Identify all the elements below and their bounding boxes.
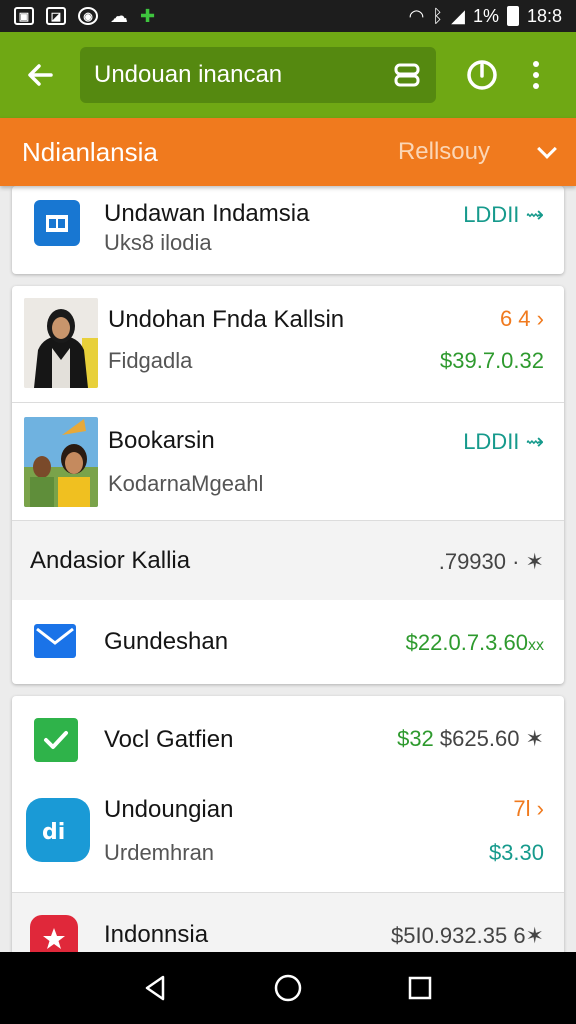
people-photo — [24, 417, 98, 507]
battery-percent: 1% — [472, 5, 499, 26]
status-bar: ▣ ◪ ◉ ☁ ✚ ◠ ᛒ ◢ 1% 18:8 — [0, 0, 576, 32]
item-title: Indonnsia — [104, 921, 209, 948]
region-title: Ndianlansia — [22, 136, 158, 167]
chevron-right-icon: › — [536, 796, 544, 821]
item-price: $39.7.0.32 — [440, 348, 544, 373]
item-status: LDDII ⇝ — [463, 429, 544, 454]
power-icon — [467, 60, 497, 90]
region-header[interactable]: Ndianlansia Rellsouy — [0, 118, 576, 186]
person-photo — [24, 298, 98, 388]
list-item[interactable]: Andasior Kallia .79930 · ✶ — [12, 520, 564, 600]
arrow-left-icon — [28, 64, 53, 86]
android-icon: ✚ — [140, 5, 156, 26]
item-title: Gundeshan — [104, 628, 229, 655]
item-title: Bookarsin — [108, 427, 215, 454]
search-field[interactable]: Undouan inancan — [80, 47, 436, 103]
clock: 18:8 — [526, 5, 562, 26]
list-item[interactable]: Indonnsia $5I0.932.35 6✶ — [12, 892, 564, 952]
nav-home-button[interactable] — [268, 968, 308, 1008]
item-subtitle: Fidgadla — [108, 348, 193, 373]
triangle-back-icon — [145, 975, 165, 1001]
item-subtitle: Uks8 ilodia — [104, 230, 212, 255]
item-subtitle: Urdemhran — [104, 840, 215, 865]
battery-icon — [506, 6, 519, 26]
trend-icon: ⇝ — [525, 429, 544, 454]
item-title: Undoungian — [104, 796, 234, 823]
app-icon-blue: di — [26, 798, 90, 862]
svg-text:di: di — [42, 820, 65, 845]
star-app-icon — [30, 915, 78, 952]
list-item[interactable]: di Undoungian Urdemhran 7l › $3.30 — [12, 782, 564, 892]
nav-recents-button[interactable] — [400, 968, 440, 1008]
app-toolbar: Undouan inancan — [0, 32, 576, 118]
item-rating: 7l › — [513, 796, 544, 821]
signal-icon: ◢ — [451, 5, 465, 26]
item-title: Andasior Kallia — [30, 547, 191, 574]
list-item[interactable]: Vocl Gatfien $32 $625.60 ✶ — [12, 696, 564, 782]
power-button[interactable] — [452, 45, 512, 105]
system-navigation-bar — [0, 952, 576, 1024]
region-selector[interactable]: Rellsouy — [398, 138, 490, 166]
wifi-icon: ◠ — [408, 5, 425, 26]
more-vert-icon — [533, 61, 539, 67]
square-recents-icon — [408, 976, 432, 1000]
item-subtitle: KodarnaMgeahl — [108, 471, 264, 496]
more-options-button[interactable] — [512, 45, 560, 105]
list-card: Undawan Indamsia Uks8 ilodia LDDII ⇝ — [12, 186, 564, 274]
list-item[interactable]: Bookarsin KodarnaMgeahl LDDII ⇝ — [12, 402, 564, 520]
notification-icon: ◪ — [46, 7, 66, 25]
chevron-down-icon[interactable] — [537, 139, 557, 159]
list-card: Vocl Gatfien $32 $625.60 ✶ di Undoungian… — [12, 696, 564, 952]
notification-icon: ☁ — [110, 5, 128, 26]
search-input[interactable]: Undouan inancan — [94, 61, 392, 89]
trend-icon: ⇝ — [525, 202, 544, 227]
list-item[interactable]: Undawan Indamsia Uks8 ilodia LDDII ⇝ — [12, 186, 564, 274]
list-card: Undohan Fnda Kallsin Fidgadla 6 4 › $39.… — [12, 286, 564, 684]
list-content[interactable]: Undawan Indamsia Uks8 ilodia LDDII ⇝ Und… — [0, 186, 576, 952]
notification-icon: ▣ — [14, 7, 34, 25]
item-price: $3.30 — [488, 840, 544, 865]
circle-home-icon — [274, 974, 302, 1002]
item-value: $5I0.932.35 6✶ — [390, 923, 544, 948]
item-title: Undawan Indamsia — [104, 200, 310, 227]
bluetooth-icon: ᛒ — [432, 5, 444, 26]
item-value: .79930 · ✶ — [438, 549, 544, 574]
item-price: $22.0.7.3.60xx — [405, 630, 544, 655]
back-button[interactable] — [0, 32, 80, 118]
chevron-right-icon: › — [536, 306, 544, 331]
list-item[interactable]: Gundeshan $22.0.7.3.60xx — [12, 600, 564, 684]
scan-icon[interactable] — [392, 60, 422, 90]
list-item[interactable]: Undohan Fnda Kallsin Fidgadla 6 4 › $39.… — [12, 286, 564, 402]
item-price: $32 $625.60 ✶ — [397, 726, 544, 751]
notification-icon: ◉ — [78, 7, 98, 25]
item-title: Undohan Fnda Kallsin — [108, 306, 345, 333]
nav-back-button[interactable] — [136, 968, 176, 1008]
app-window-icon — [34, 200, 80, 246]
item-status: LDDII ⇝ — [463, 202, 544, 227]
checkmark-icon — [34, 718, 78, 762]
item-rating: 6 4 › — [499, 306, 544, 331]
mail-icon — [32, 618, 78, 664]
item-title: Vocl Gatfien — [104, 726, 234, 753]
